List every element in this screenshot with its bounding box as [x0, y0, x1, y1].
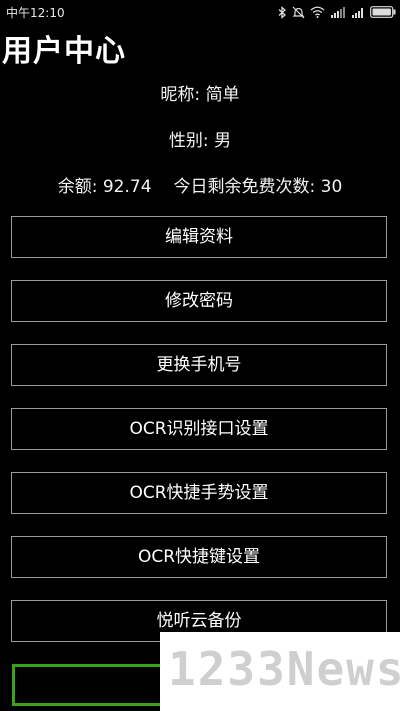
green-action-button[interactable]	[12, 664, 172, 706]
ocr-gesture-settings-button[interactable]: OCR快捷手势设置	[11, 472, 387, 514]
gender-row: 性别: 男	[168, 131, 232, 151]
gender-label: 性别	[168, 131, 203, 151]
change-password-button[interactable]: 修改密码	[11, 280, 387, 322]
nickname-value: 简单	[205, 85, 240, 105]
ocr-api-settings-button[interactable]: OCR识别接口设置	[11, 408, 387, 450]
4g-signal-icon	[331, 6, 345, 18]
watermark-text: 1233News	[168, 642, 400, 696]
page-title: 用户中心	[2, 34, 126, 69]
nickname-label: 昵称	[160, 85, 195, 105]
change-phone-button[interactable]: 更换手机号	[11, 344, 387, 386]
status-icons	[278, 3, 396, 21]
wifi-icon	[310, 6, 325, 18]
balance-label: 余额	[57, 177, 92, 197]
ocr-hotkey-settings-button[interactable]: OCR快捷键设置	[11, 536, 387, 578]
gender-value: 男	[214, 131, 232, 151]
nickname-row: 昵称: 简单	[160, 85, 240, 105]
balance-row: 余额: 92.74 今日剩余免费次数: 30	[57, 177, 343, 197]
mute-icon	[292, 6, 305, 18]
bluetooth-icon	[278, 5, 286, 19]
signal-icon	[352, 7, 363, 18]
watermark: 1233News	[160, 632, 400, 711]
free-count-label: 今日剩余免费次数	[173, 177, 310, 197]
status-time: 中午12:10	[6, 6, 65, 20]
balance-value: 92.74	[102, 177, 152, 197]
edit-profile-button[interactable]: 编辑资料	[11, 216, 387, 258]
status-bar: 中午12:10	[0, 0, 400, 24]
battery-icon	[370, 6, 396, 18]
free-count-value: 30	[320, 177, 343, 197]
